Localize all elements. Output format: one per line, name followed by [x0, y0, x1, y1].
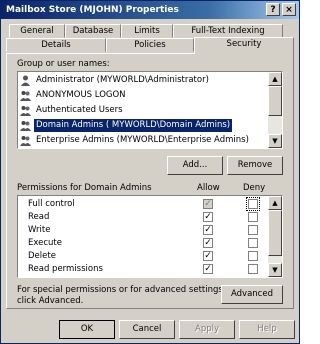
permissions-list: Full control ✓ Read ✓ Write ✓ Execute ✓ …	[17, 195, 283, 278]
allow-checkbox[interactable]: ✓	[203, 238, 213, 248]
permission-row: Full control ✓	[18, 197, 268, 211]
permission-row: Delete ✓	[18, 250, 268, 263]
advanced-button[interactable]: Advanced	[221, 285, 283, 304]
permissions-label: Permissions for Domain Admins	[17, 183, 152, 193]
list-item[interactable]: ANONYMOUS LOGON	[20, 89, 268, 102]
tab-security[interactable]: Security	[194, 37, 294, 54]
list-item[interactable]: Enterprise Admins (MYWORLD\Enterprise Ad…	[20, 134, 268, 147]
window-title: Mailbox Store (MJOHN) Properties	[6, 5, 179, 15]
allow-checkbox[interactable]: ✓	[203, 264, 213, 274]
cancel-button[interactable]: Cancel	[119, 320, 175, 339]
special-permissions-text-2: click Advanced.	[17, 296, 84, 306]
allow-checkbox[interactable]: ✓	[203, 212, 213, 222]
permission-name: Read	[28, 212, 50, 222]
tab-details[interactable]: Details	[6, 38, 106, 52]
remove-button-label: Remove	[237, 160, 273, 170]
user-icon	[21, 75, 30, 86]
title-bar: Mailbox Store (MJOHN) Properties ? ×	[1, 1, 299, 19]
permission-name: Write	[28, 225, 51, 235]
properties-dialog: Mailbox Store (MJOHN) Properties ? × Gen…	[0, 0, 300, 344]
permission-row: Execute ✓	[18, 237, 268, 250]
deny-checkbox[interactable]	[248, 264, 258, 274]
users-scrollbar[interactable]: ▲ ▼	[268, 72, 282, 148]
close-icon[interactable]: ×	[282, 3, 296, 16]
group-icon	[20, 91, 31, 101]
allow-checkbox[interactable]: ✓	[203, 225, 213, 235]
tab-database-label: Database	[72, 26, 114, 36]
remove-button[interactable]: Remove	[227, 156, 283, 175]
group-icon	[20, 121, 31, 131]
permission-row: Write ✓	[18, 224, 268, 237]
users-listbox[interactable]: Administrator (MYWORLD\Administrator) AN…	[17, 71, 283, 149]
special-permissions-text: For special permissions or for advanced …	[17, 285, 226, 295]
scroll-down-icon[interactable]: ▼	[268, 134, 282, 148]
tab-full-text-indexing-label: Full-Text Indexing	[191, 26, 265, 36]
tab-database[interactable]: Database	[65, 24, 121, 38]
apply-button[interactable]: Apply	[179, 320, 235, 339]
permission-name: Delete	[28, 251, 56, 261]
scroll-thumb[interactable]	[268, 210, 282, 256]
tab-limits[interactable]: Limits	[121, 24, 173, 38]
scroll-thumb[interactable]	[268, 86, 282, 116]
permission-row: Read permissions ✓	[18, 263, 268, 276]
allow-checkbox[interactable]: ✓	[203, 199, 213, 209]
user-name: Domain Admins ( MYWORLD\Domain Admins)	[34, 119, 233, 132]
user-name: ANONYMOUS LOGON	[36, 90, 126, 100]
deny-checkbox[interactable]	[248, 212, 258, 222]
tab-full-text-indexing[interactable]: Full-Text Indexing	[173, 24, 283, 38]
deny-checkbox[interactable]	[248, 225, 258, 235]
scroll-up-icon[interactable]: ▲	[268, 72, 282, 86]
apply-button-label: Apply	[195, 324, 219, 334]
tab-security-label: Security	[226, 39, 262, 49]
allow-header: Allow	[197, 183, 220, 193]
deny-checkbox[interactable]	[248, 251, 258, 261]
tab-general-label: General	[20, 26, 54, 36]
user-name: Enterprise Admins (MYWORLD\Enterprise Ad…	[36, 135, 249, 145]
list-item[interactable]: Administrator (MYWORLD\Administrator)	[20, 74, 268, 87]
cancel-button-label: Cancel	[132, 324, 162, 334]
scroll-down-icon[interactable]: ▼	[268, 263, 282, 277]
deny-checkbox[interactable]	[246, 197, 260, 211]
user-name: Administrator (MYWORLD\Administrator)	[36, 75, 209, 85]
list-item[interactable]: Authenticated Users	[20, 104, 268, 117]
tab-policies[interactable]: Policies	[106, 38, 194, 52]
advanced-button-label: Advanced	[231, 289, 273, 299]
group-label: Group or user names:	[17, 59, 110, 69]
ok-button-label: OK	[80, 324, 94, 334]
help-button-label: Help	[257, 324, 277, 334]
permission-name: Execute	[28, 238, 62, 248]
help-button[interactable]: Help	[239, 320, 295, 339]
add-button[interactable]: Add...	[167, 156, 223, 175]
deny-header: Deny	[243, 183, 266, 193]
group-icon	[20, 136, 31, 146]
tab-limits-label: Limits	[134, 26, 160, 36]
scroll-up-icon[interactable]: ▲	[268, 196, 282, 210]
permissions-scrollbar[interactable]: ▲ ▼	[268, 196, 282, 277]
permission-row: Read ✓	[18, 211, 268, 224]
deny-checkbox[interactable]	[248, 238, 258, 248]
tab-details-label: Details	[41, 40, 71, 50]
group-icon	[20, 106, 31, 116]
permission-name: Read permissions	[28, 264, 103, 274]
list-item-selected[interactable]: Domain Admins ( MYWORLD\Domain Admins)	[20, 119, 268, 132]
user-name: Authenticated Users	[36, 105, 123, 115]
allow-checkbox[interactable]: ✓	[203, 251, 213, 261]
permission-name: Full control	[28, 199, 75, 209]
ok-button[interactable]: OK	[59, 320, 115, 339]
add-button-label: Add...	[182, 160, 208, 170]
help-title-button[interactable]: ?	[266, 3, 280, 16]
tab-general[interactable]: General	[9, 24, 65, 38]
tab-policies-label: Policies	[134, 40, 166, 50]
